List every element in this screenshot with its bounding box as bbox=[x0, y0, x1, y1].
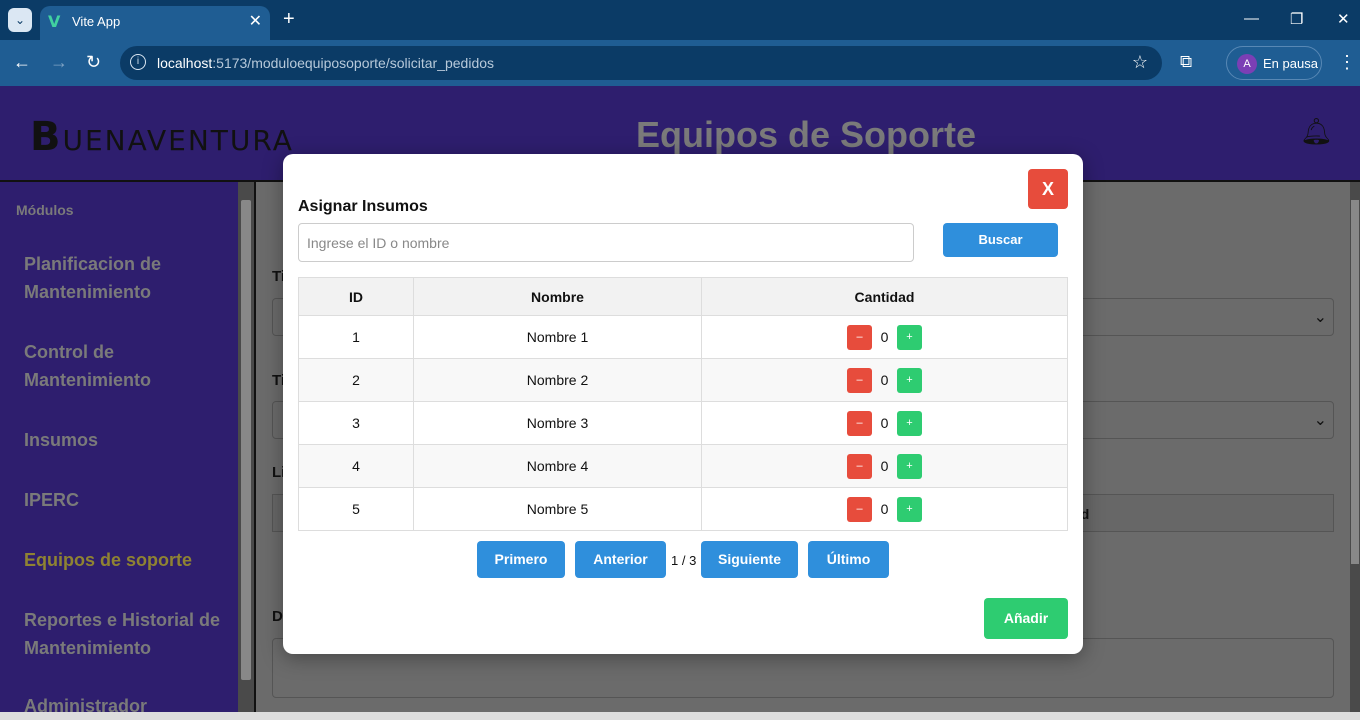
page-title: Equipos de Soporte bbox=[636, 114, 977, 155]
increment-button[interactable]: + bbox=[897, 453, 922, 479]
table-row: 3 Nombre 3 –0 + bbox=[298, 401, 1068, 445]
cell-id: 5 bbox=[298, 487, 414, 531]
sidebar-scrollbar[interactable] bbox=[238, 182, 254, 712]
add-button[interactable]: Añadir bbox=[984, 598, 1068, 639]
decrement-button[interactable]: – bbox=[847, 453, 872, 479]
decrement-button[interactable]: – bbox=[847, 324, 872, 350]
company-logo: BUENAVENTURA bbox=[30, 114, 294, 160]
column-header-id: ID bbox=[298, 277, 414, 316]
profile-status: En pausa bbox=[1263, 56, 1318, 71]
tab-list-icon[interactable]: ⌄ bbox=[8, 8, 32, 32]
cell-name: Nombre 1 bbox=[413, 315, 702, 359]
sidebar-item-administrador[interactable]: Administrador bbox=[24, 692, 224, 720]
window-close-icon[interactable]: ✕ bbox=[1337, 10, 1350, 28]
bookmark-star-icon[interactable]: ☆ bbox=[1132, 52, 1148, 73]
cell-id: 1 bbox=[298, 315, 414, 359]
increment-button[interactable]: + bbox=[897, 410, 922, 436]
address-bar[interactable]: i localhost:5173/moduloequiposoporte/sol… bbox=[120, 46, 1162, 80]
tab-title: Vite App bbox=[72, 14, 121, 29]
next-page-button[interactable]: Siguiente bbox=[701, 541, 798, 578]
last-page-button[interactable]: Último bbox=[808, 541, 889, 578]
sidebar-scroll-thumb[interactable] bbox=[241, 200, 251, 680]
chevron-down-icon: ⌄ bbox=[1313, 309, 1327, 326]
close-button[interactable]: X bbox=[1028, 169, 1068, 209]
supplies-table: ID Nombre Cantidad 1 Nombre 1 –0 + 2 Nomb… bbox=[298, 277, 1068, 531]
table-row: 4 Nombre 4 –0 + bbox=[298, 444, 1068, 488]
cell-quantity: –0 + bbox=[701, 358, 1068, 402]
cell-name: Nombre 2 bbox=[413, 358, 702, 402]
sidebar-heading: Módulos bbox=[16, 202, 74, 218]
browser-tabbar: ⌄ V Vite App ✕ + — ❐ ✕ bbox=[0, 0, 1360, 40]
vite-favicon-icon: V bbox=[48, 12, 61, 31]
table-row: 5 Nombre 5 –0 + bbox=[298, 487, 1068, 531]
sidebar-item-control[interactable]: Control de Mantenimiento bbox=[24, 338, 224, 394]
decrement-button[interactable]: – bbox=[847, 410, 872, 436]
increment-button[interactable]: + bbox=[897, 496, 922, 522]
bell-icon[interactable]: 🔔︎ bbox=[1300, 116, 1333, 147]
cell-quantity: –0 + bbox=[701, 315, 1068, 359]
page-indicator: 1 / 3 bbox=[671, 553, 697, 568]
forward-icon[interactable]: → bbox=[50, 52, 68, 73]
table-row: 2 Nombre 2 –0 + bbox=[298, 358, 1068, 402]
quantity-value: 0 bbox=[880, 415, 889, 431]
quantity-value: 0 bbox=[880, 372, 889, 388]
assign-supplies-modal: X Asignar Insumos Buscar ID Nombre Canti… bbox=[283, 154, 1083, 654]
increment-button[interactable]: + bbox=[897, 324, 922, 350]
cell-id: 4 bbox=[298, 444, 414, 488]
extensions-icon[interactable]: ⧉ bbox=[1180, 52, 1192, 72]
cell-id: 2 bbox=[298, 358, 414, 402]
first-page-button[interactable]: Primero bbox=[477, 541, 565, 578]
chevron-down-icon: ⌄ bbox=[1313, 412, 1327, 429]
cell-name: Nombre 4 bbox=[413, 444, 702, 488]
modal-title: Asignar Insumos bbox=[298, 198, 428, 215]
search-input[interactable] bbox=[298, 223, 914, 262]
reload-icon[interactable]: ↻ bbox=[86, 52, 101, 73]
sidebar-item-planificacion[interactable]: Planificacion de Mantenimiento bbox=[24, 250, 224, 306]
sidebar-item-iperc[interactable]: IPERC bbox=[24, 486, 224, 514]
browser-toolbar: ← → ↻ i localhost:5173/moduloequiposopor… bbox=[0, 40, 1360, 86]
decrement-button[interactable]: – bbox=[847, 367, 872, 393]
decrement-button[interactable]: – bbox=[847, 496, 872, 522]
quantity-value: 0 bbox=[880, 329, 889, 345]
restore-icon[interactable]: ❐ bbox=[1290, 10, 1303, 28]
main-scrollbar[interactable] bbox=[1350, 182, 1360, 712]
quantity-value: 0 bbox=[880, 458, 889, 474]
form-label: D bbox=[272, 608, 283, 625]
cell-quantity: –0 + bbox=[701, 401, 1068, 445]
table-row: 1 Nombre 1 –0 + bbox=[298, 315, 1068, 359]
profile-button[interactable]: A En pausa bbox=[1226, 46, 1322, 80]
cell-quantity: –0 + bbox=[701, 487, 1068, 531]
browser-tab[interactable]: V Vite App ✕ bbox=[40, 6, 270, 40]
quantity-value: 0 bbox=[880, 501, 889, 517]
tab-close-icon[interactable]: ✕ bbox=[249, 11, 262, 31]
minimize-icon[interactable]: — bbox=[1244, 10, 1259, 27]
column-header-cantidad: Cantidad bbox=[701, 277, 1068, 316]
site-info-icon[interactable]: i bbox=[130, 54, 146, 70]
column-header-nombre: Nombre bbox=[413, 277, 702, 316]
sidebar: Módulos Planificacion de Mantenimiento C… bbox=[0, 182, 238, 716]
new-tab-icon[interactable]: + bbox=[283, 8, 295, 31]
cell-name: Nombre 3 bbox=[413, 401, 702, 445]
main-scroll-thumb[interactable] bbox=[1351, 200, 1359, 564]
sidebar-item-insumos[interactable]: Insumos bbox=[24, 426, 224, 454]
browser-menu-icon[interactable]: ⋮ bbox=[1338, 52, 1356, 73]
cell-id: 3 bbox=[298, 401, 414, 445]
url-text: localhost:5173/moduloequiposoporte/solic… bbox=[157, 55, 495, 71]
avatar: A bbox=[1237, 54, 1257, 74]
search-button[interactable]: Buscar bbox=[943, 223, 1058, 257]
cell-name: Nombre 5 bbox=[413, 487, 702, 531]
cell-quantity: –0 + bbox=[701, 444, 1068, 488]
sidebar-item-equipos[interactable]: Equipos de soporte bbox=[24, 546, 224, 574]
back-icon[interactable]: ← bbox=[13, 52, 31, 73]
previous-page-button[interactable]: Anterior bbox=[575, 541, 666, 578]
sidebar-item-reportes[interactable]: Reportes e Historial de Mantenimiento bbox=[24, 606, 224, 662]
increment-button[interactable]: + bbox=[897, 367, 922, 393]
